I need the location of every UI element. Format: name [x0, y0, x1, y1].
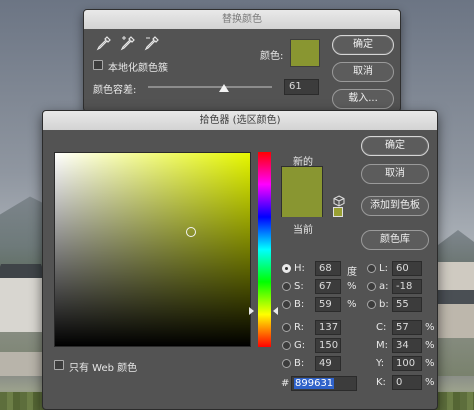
hex-prefix: # — [281, 378, 290, 389]
color-picker-title: 拾色器 (选区颜色) — [43, 111, 437, 130]
radio-lab-b[interactable] — [367, 300, 376, 309]
background-building-left — [0, 352, 48, 376]
localized-clusters-checkbox[interactable] — [93, 60, 103, 70]
background-building-right — [434, 304, 474, 338]
radio-s[interactable] — [282, 282, 291, 291]
c-unit: % — [425, 322, 435, 333]
localized-clusters-label: 本地化颜色簇 — [108, 63, 168, 74]
radio-r[interactable] — [282, 323, 291, 332]
r-input[interactable]: 137 — [315, 320, 341, 335]
k-input[interactable]: 0 — [392, 375, 422, 390]
a-input[interactable]: -18 — [392, 279, 422, 294]
k-unit: % — [425, 377, 435, 388]
hue-slider[interactable] — [258, 152, 271, 347]
b-label: B: — [294, 299, 305, 310]
web-safe-swatch-icon[interactable] — [333, 207, 343, 217]
new-color-swatch — [282, 167, 322, 192]
h-unit: 度 — [347, 267, 357, 278]
b-unit: % — [347, 299, 357, 310]
rgb-b-input[interactable]: 49 — [315, 356, 341, 371]
current-color-swatch[interactable] — [282, 192, 322, 217]
s-unit: % — [347, 281, 357, 292]
eyedropper-add-icon[interactable] — [120, 35, 136, 51]
replace-color-title: 替换颜色 — [84, 10, 400, 29]
hex-value: 899631 — [294, 378, 335, 389]
fuzziness-input[interactable]: 61 — [284, 79, 319, 95]
l-label: L: — [379, 263, 388, 274]
fuzziness-slider[interactable] — [148, 86, 272, 88]
h-label: H: — [294, 263, 305, 274]
color-picker-dialog: 拾色器 (选区颜色) 新的 当前 确定 取消 添加到色板 颜色库 H: 68 度… — [42, 110, 438, 410]
cube-icon[interactable] — [333, 195, 345, 207]
background-roof-right — [434, 290, 474, 304]
picker-cancel-button[interactable]: 取消 — [361, 164, 429, 184]
new-current-swatch — [281, 166, 323, 217]
radio-b[interactable] — [282, 300, 291, 309]
radio-g[interactable] — [282, 341, 291, 350]
add-to-swatches-button[interactable]: 添加到色板 — [361, 196, 429, 216]
hex-input[interactable]: 899631 — [291, 376, 357, 391]
hue-slider-arrow-right[interactable] — [273, 307, 278, 315]
s-label: S: — [294, 281, 304, 292]
l-input[interactable]: 60 — [392, 261, 422, 276]
k-label: K: — [376, 377, 386, 388]
fuzziness-label: 颜色容差: — [93, 85, 137, 96]
saturation-brightness-field[interactable] — [54, 152, 251, 347]
radio-a[interactable] — [367, 282, 376, 291]
color-swatch[interactable] — [290, 39, 320, 67]
web-colors-only-checkbox[interactable] — [54, 360, 64, 370]
rgb-b-label: B: — [294, 358, 305, 369]
lab-b-label: b: — [379, 299, 389, 310]
color-label: 颜色: — [260, 51, 284, 62]
radio-h[interactable] — [282, 264, 291, 273]
a-label: a: — [379, 281, 389, 292]
eyedropper-icon[interactable] — [96, 35, 112, 51]
background-house-left — [0, 276, 42, 332]
b-input[interactable]: 59 — [315, 297, 341, 312]
color-field-cursor[interactable] — [186, 227, 196, 237]
color-libraries-button[interactable]: 颜色库 — [361, 230, 429, 250]
g-label: G: — [294, 340, 306, 351]
ok-button[interactable]: 确定 — [332, 35, 394, 55]
fuzziness-slider-thumb[interactable] — [218, 84, 229, 92]
m-unit: % — [425, 340, 435, 351]
load-button[interactable]: 载入... — [332, 89, 394, 109]
picker-ok-button[interactable]: 确定 — [361, 136, 429, 156]
web-colors-only-label: 只有 Web 颜色 — [69, 363, 138, 374]
y-input[interactable]: 100 — [392, 356, 422, 371]
c-input[interactable]: 57 — [392, 320, 422, 335]
lab-b-input[interactable]: 55 — [392, 297, 422, 312]
eyedropper-subtract-icon[interactable] — [144, 35, 160, 51]
replace-color-dialog: 替换颜色 本地化颜色簇 颜色容差: 61 颜色: 确定 取消 载入... — [83, 9, 401, 112]
current-color-label: 当前 — [293, 225, 313, 236]
h-input[interactable]: 68 — [315, 261, 341, 276]
cancel-button[interactable]: 取消 — [332, 62, 394, 82]
m-label: M: — [376, 340, 388, 351]
radio-l[interactable] — [367, 264, 376, 273]
s-input[interactable]: 67 — [315, 279, 341, 294]
y-unit: % — [425, 358, 435, 369]
hue-slider-arrow-left[interactable] — [249, 307, 254, 315]
radio-rgb-b[interactable] — [282, 359, 291, 368]
c-label: C: — [376, 322, 387, 333]
g-input[interactable]: 150 — [315, 338, 341, 353]
m-input[interactable]: 34 — [392, 338, 422, 353]
r-label: R: — [294, 322, 305, 333]
y-label: Y: — [376, 358, 385, 369]
